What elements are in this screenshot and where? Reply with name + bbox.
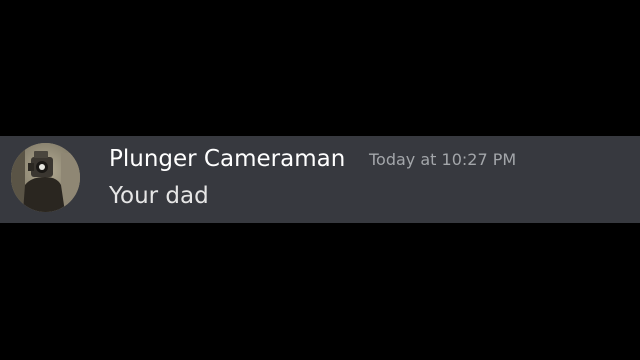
message-content: Your dad xyxy=(109,183,209,209)
user-avatar[interactable] xyxy=(11,143,80,212)
chat-message: Plunger Cameraman Today at 10:27 PM Your… xyxy=(0,136,640,223)
screen: Plunger Cameraman Today at 10:27 PM Your… xyxy=(0,0,640,360)
username[interactable]: Plunger Cameraman xyxy=(109,145,345,173)
avatar-image xyxy=(11,143,80,212)
message-timestamp: Today at 10:27 PM xyxy=(369,150,517,169)
